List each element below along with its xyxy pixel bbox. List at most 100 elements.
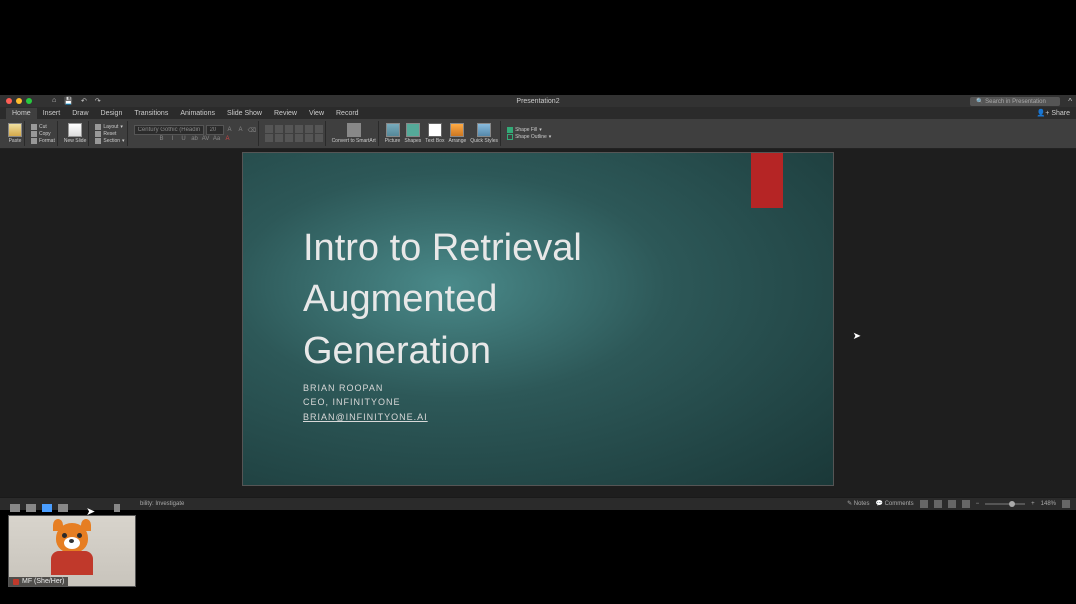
underline-button[interactable]: U	[180, 136, 188, 142]
quick-styles-button[interactable]: Quick Styles	[470, 123, 498, 144]
document-title: Presentation2	[516, 98, 559, 105]
taskbar-item-5[interactable]	[114, 504, 120, 512]
insert-group: Picture Shapes Text Box Arrange Quick St…	[383, 121, 501, 146]
align-right-button[interactable]	[285, 134, 293, 142]
tab-view[interactable]: View	[303, 108, 330, 119]
clear-format-button[interactable]: ⌫	[248, 127, 256, 134]
font-name-select[interactable]	[134, 125, 204, 135]
clipboard-small-group: Cut Copy Format	[29, 121, 58, 146]
search-input[interactable]: 🔍 Search in Presentation	[970, 97, 1060, 106]
cut-button[interactable]: Cut	[31, 124, 47, 130]
font-color-button[interactable]: A	[224, 136, 232, 142]
tab-record[interactable]: Record	[330, 108, 365, 119]
tab-insert[interactable]: Insert	[37, 108, 67, 119]
numbering-button[interactable]	[275, 125, 283, 133]
zoom-out-button[interactable]: −	[976, 501, 980, 507]
notes-button[interactable]: ✎ Notes	[847, 500, 869, 507]
accessibility-status[interactable]: bility: Investigate	[140, 501, 184, 507]
taskbar-item-1[interactable]	[10, 504, 20, 512]
align-center-button[interactable]	[275, 134, 283, 142]
save-icon[interactable]: 💾	[64, 97, 73, 105]
arrange-button[interactable]: Arrange	[448, 123, 466, 144]
zoom-slider[interactable]	[985, 503, 1025, 505]
slide-subtitle-text[interactable]: BRIAN ROOPAN CEO, INFINITYONE BRIAN@INFI…	[303, 381, 428, 424]
fit-to-window-button[interactable]	[1062, 500, 1070, 508]
normal-view-button[interactable]	[920, 500, 928, 508]
decrease-font-button[interactable]: A	[237, 127, 245, 134]
tab-review[interactable]: Review	[268, 108, 303, 119]
shapes-button[interactable]: Shapes	[404, 123, 421, 144]
mouse-cursor-icon: ➤	[853, 331, 861, 342]
participant-name-tag: MF (She/Her)	[9, 577, 68, 586]
maximize-window-button[interactable]	[26, 98, 32, 104]
line-spacing-button[interactable]	[305, 125, 313, 133]
taskbar-item-4[interactable]	[58, 504, 68, 512]
font-size-select[interactable]	[206, 125, 224, 135]
bold-button[interactable]: B	[158, 136, 166, 142]
shape-style-group: Shape Fill ▾ Shape Outline ▾	[505, 121, 553, 146]
increase-font-button[interactable]: A	[226, 127, 234, 134]
tab-design[interactable]: Design	[95, 108, 129, 119]
video-participant-tile[interactable]: MF (She/Her)	[8, 515, 136, 587]
align-text-button[interactable]	[315, 134, 323, 142]
qat: ⌂ 💾 ↶ ↷	[52, 97, 101, 105]
indent-inc-button[interactable]	[295, 125, 303, 133]
taskbar-item-2[interactable]	[26, 504, 36, 512]
copy-button[interactable]: Copy	[31, 131, 51, 137]
accent-shape[interactable]	[751, 153, 783, 208]
avatar-icon	[49, 521, 95, 573]
tab-draw[interactable]: Draw	[66, 108, 94, 119]
comments-button[interactable]: 💬 Comments	[875, 500, 913, 507]
char-spacing-button[interactable]: Aa	[213, 136, 221, 142]
strike-button[interactable]: ab	[191, 136, 199, 142]
paragraph-group	[263, 121, 326, 146]
shape-outline-button[interactable]: Shape Outline ▾	[507, 134, 551, 140]
share-button[interactable]: 👤+ Share	[1037, 109, 1071, 117]
ribbon-collapse-icon[interactable]: ^	[1068, 97, 1072, 106]
align-left-button[interactable]	[265, 134, 273, 142]
convert-smartart-button[interactable]: Convert to SmartArt	[332, 123, 376, 144]
format-painter-button[interactable]: Format	[31, 138, 55, 144]
status-bar: bility: Investigate ✎ Notes 💬 Comments −…	[0, 497, 1076, 509]
section-button[interactable]: Section ▾	[95, 138, 124, 144]
shape-fill-button[interactable]: Shape Fill ▾	[507, 127, 542, 133]
reset-button[interactable]: Reset	[95, 131, 116, 137]
taskbar-item-3[interactable]	[42, 504, 52, 512]
slideshow-view-button[interactable]	[962, 500, 970, 508]
tab-animations[interactable]: Animations	[174, 108, 221, 119]
mic-muted-icon	[13, 579, 19, 585]
tab-home[interactable]: Home	[6, 108, 37, 119]
indent-dec-button[interactable]	[285, 125, 293, 133]
slide-opts-group: Layout ▾ Reset Section ▾	[93, 121, 127, 146]
tab-slideshow[interactable]: Slide Show	[221, 108, 268, 119]
clipboard-group: Paste	[6, 121, 25, 146]
slide[interactable]: Intro to Retrieval Augmented Generation …	[243, 153, 833, 485]
reading-view-button[interactable]	[948, 500, 956, 508]
new-slide-button[interactable]: New Slide	[64, 123, 87, 144]
zoom-level[interactable]: 148%	[1041, 501, 1056, 507]
shadow-button[interactable]: AV	[202, 136, 210, 142]
powerpoint-window: ⌂ 💾 ↶ ↷ Presentation2 🔍 Search in Presen…	[0, 95, 1076, 510]
sorter-view-button[interactable]	[934, 500, 942, 508]
taskbar	[10, 504, 120, 512]
bullets-button[interactable]	[265, 125, 273, 133]
picture-button[interactable]: Picture	[385, 123, 401, 144]
titlebar: ⌂ 💾 ↶ ↷ Presentation2 🔍 Search in Presen…	[0, 95, 1076, 107]
zoom-in-button[interactable]: +	[1031, 501, 1035, 507]
align-justify-button[interactable]	[295, 134, 303, 142]
columns-button[interactable]	[305, 134, 313, 142]
redo-icon[interactable]: ↷	[95, 97, 101, 105]
layout-button[interactable]: Layout ▾	[95, 124, 123, 130]
participant-name: MF (She/Her)	[22, 578, 64, 585]
text-dir-button[interactable]	[315, 125, 323, 133]
home-icon[interactable]: ⌂	[52, 97, 56, 105]
close-window-button[interactable]	[6, 98, 12, 104]
paste-button[interactable]: Paste	[8, 123, 22, 144]
text-box-button[interactable]: Text Box	[425, 123, 444, 144]
slide-title-text[interactable]: Intro to Retrieval Augmented Generation	[303, 223, 582, 377]
slide-canvas[interactable]: Intro to Retrieval Augmented Generation …	[0, 149, 1076, 497]
tab-transitions[interactable]: Transitions	[128, 108, 174, 119]
undo-icon[interactable]: ↶	[81, 97, 87, 105]
minimize-window-button[interactable]	[16, 98, 22, 104]
italic-button[interactable]: I	[169, 136, 177, 142]
